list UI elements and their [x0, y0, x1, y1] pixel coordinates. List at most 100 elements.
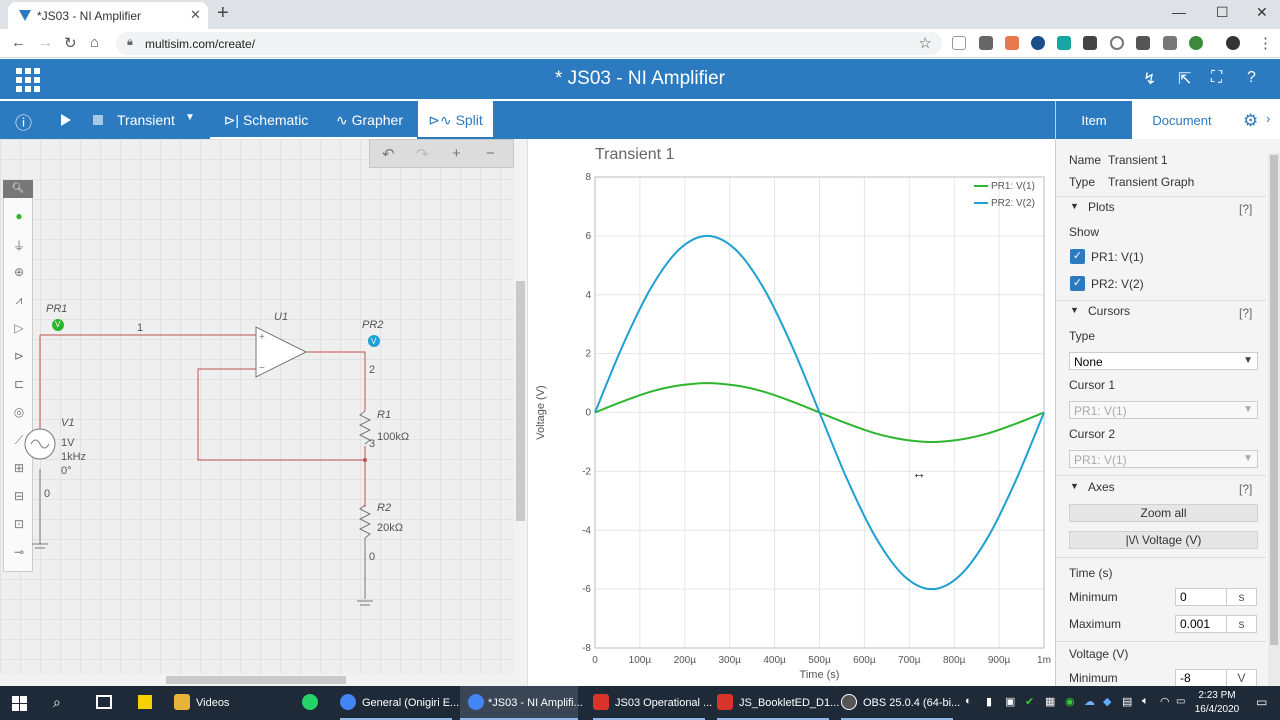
- chrome-menu-icon[interactable]: ⋮: [1258, 34, 1273, 52]
- address-bar[interactable]: 🔒︎ multisim.com/create/ ☆: [116, 32, 942, 55]
- tab-close-icon[interactable]: ✕: [190, 7, 201, 23]
- battery-icon[interactable]: ▭: [1176, 696, 1185, 707]
- panel-scrollbar[interactable]: [1268, 153, 1280, 686]
- extension-icon[interactable]: [1005, 36, 1019, 50]
- time-max-input[interactable]: [1175, 615, 1227, 633]
- scroll-thumb[interactable]: [516, 281, 525, 521]
- tab-schematic[interactable]: ⊳| Schematic: [210, 101, 322, 139]
- analysis-type-select[interactable]: Transient: [117, 112, 175, 128]
- back-icon[interactable]: ←: [11, 34, 26, 51]
- bookmark-star-icon[interactable]: ☆: [919, 34, 932, 52]
- tray-icon[interactable]: ▣: [1005, 695, 1015, 708]
- extension-icon[interactable]: [1031, 36, 1045, 50]
- help-icon[interactable]: ?: [1247, 69, 1256, 87]
- taskbar-app-chrome-multisim[interactable]: *JS03 - NI Amplifi...: [460, 686, 583, 720]
- profile-avatar[interactable]: [1226, 36, 1240, 50]
- forward-icon[interactable]: →: [38, 34, 53, 51]
- wire-feedback: [197, 368, 365, 461]
- cursor-type-select[interactable]: None ▼: [1069, 352, 1258, 370]
- sticky-notes-icon[interactable]: [138, 695, 152, 709]
- whatsapp-icon[interactable]: [302, 694, 318, 710]
- task-view-icon[interactable]: [96, 695, 112, 709]
- plots-section-header[interactable]: Plots: [1088, 200, 1115, 214]
- tray-icon[interactable]: ▮: [986, 695, 992, 708]
- cursor2-value: PR1: V(1): [1074, 453, 1127, 467]
- tray-icon[interactable]: ✔: [1025, 695, 1034, 708]
- tray-icon[interactable]: ◐: [965, 695, 972, 707]
- schematic-vertical-scrollbar[interactable]: [514, 139, 527, 674]
- taskbar-app-videos[interactable]: Videos: [174, 686, 286, 720]
- voltage-axis-button[interactable]: |\/\ Voltage (V): [1069, 531, 1258, 549]
- collapse-axes-icon[interactable]: ▼: [1070, 481, 1079, 491]
- plot-pr1-checkbox[interactable]: ✓: [1070, 249, 1085, 264]
- reload-icon[interactable]: ↻: [64, 34, 77, 52]
- extension-icon[interactable]: [1163, 36, 1177, 50]
- plots-help-link[interactable]: [?]: [1239, 202, 1252, 216]
- fullscreen-icon[interactable]: ⛶: [1211, 69, 1222, 87]
- time-min-input[interactable]: [1175, 588, 1227, 606]
- minimize-button[interactable]: —: [1172, 4, 1186, 20]
- taskbar-app-obs[interactable]: OBS 25.0.4 (64-bi...: [841, 686, 960, 720]
- x-tick-label: 0: [592, 655, 598, 666]
- voltage-min-input[interactable]: [1175, 669, 1227, 687]
- tab-grapher[interactable]: ∿ Grapher: [322, 101, 417, 139]
- tab-item[interactable]: Item: [1056, 101, 1132, 139]
- tab-document[interactable]: Document: [1132, 101, 1232, 139]
- info-icon[interactable]: ⓘ: [15, 109, 32, 134]
- onedrive-icon[interactable]: ☁: [1084, 695, 1095, 708]
- transient-chart[interactable]: 0 100µ 200µ 300µ 400µ 500µ 600µ 700µ 800µ 900µ 1m -…: [528, 139, 1055, 686]
- extension-icon[interactable]: [1136, 36, 1150, 50]
- windows-start-icon[interactable]: [12, 696, 27, 711]
- tray-icon[interactable]: ◉: [1065, 695, 1075, 708]
- schematic-horizontal-scrollbar[interactable]: [0, 674, 527, 686]
- circuit-diagram[interactable]: + −: [0, 139, 514, 674]
- tray-icon[interactable]: ▦: [1045, 695, 1055, 708]
- plot-pr2-checkbox[interactable]: ✓: [1070, 276, 1085, 291]
- extension-icon[interactable]: [1189, 36, 1203, 50]
- extension-icon[interactable]: [1110, 36, 1124, 50]
- extension-icon[interactable]: [952, 36, 966, 50]
- run-simulation-icon[interactable]: [60, 113, 72, 127]
- label-r2-value: 20kΩ: [377, 522, 403, 534]
- taskbar-app-acrobat-js03[interactable]: JS03 Operational ...: [593, 686, 712, 720]
- cursor1-select[interactable]: PR1: V(1) ▼: [1069, 401, 1258, 419]
- tab-split[interactable]: ⊳∿ Split: [418, 101, 493, 137]
- taskbar-time[interactable]: 2:23 PM: [1193, 690, 1241, 701]
- scroll-thumb[interactable]: [166, 676, 346, 684]
- notifications-icon[interactable]: ▭: [1256, 695, 1267, 709]
- scroll-thumb[interactable]: [1270, 155, 1278, 645]
- collapse-plots-icon[interactable]: ▼: [1070, 201, 1079, 211]
- type-value: Transient Graph: [1108, 175, 1195, 189]
- collapse-cursors-icon[interactable]: ▼: [1070, 305, 1079, 315]
- axes-section-header[interactable]: Axes: [1088, 480, 1115, 494]
- cursors-help-link[interactable]: [?]: [1239, 306, 1252, 320]
- zoom-all-button[interactable]: Zoom all: [1069, 504, 1258, 522]
- home-icon[interactable]: ⌂: [90, 34, 99, 51]
- assistant-icon[interactable]: ↯: [1143, 69, 1156, 89]
- wifi-icon[interactable]: ◠: [1160, 695, 1170, 708]
- axes-help-link[interactable]: [?]: [1239, 482, 1252, 496]
- browser-tab[interactable]: *JS03 - NI Amplifier ✕: [8, 2, 208, 29]
- chevron-right-icon[interactable]: ›: [1266, 111, 1270, 126]
- taskbar-date[interactable]: 16/4/2020: [1193, 704, 1241, 715]
- tray-icon[interactable]: ▤: [1122, 695, 1132, 708]
- dropbox-icon[interactable]: ◆: [1103, 695, 1111, 708]
- cursors-section-header[interactable]: Cursors: [1088, 304, 1130, 318]
- taskbar-app-acrobat-booklet[interactable]: JS_BookletED_D1...: [717, 686, 839, 720]
- stop-simulation-icon[interactable]: [93, 115, 103, 125]
- search-icon[interactable]: ⌕: [53, 694, 61, 711]
- volume-icon[interactable]: 🔈︎: [1142, 695, 1149, 708]
- cursor2-select[interactable]: PR1: V(1) ▼: [1069, 450, 1258, 468]
- settings-gear-icon[interactable]: ⚙: [1243, 111, 1258, 131]
- taskbar-app-chrome-general[interactable]: General (Onigiri E...: [340, 686, 459, 720]
- x-tick-label: 900µ: [988, 655, 1011, 666]
- extension-icon[interactable]: [1083, 36, 1097, 50]
- new-tab-button[interactable]: +: [217, 2, 229, 25]
- open-external-icon[interactable]: ⇱: [1178, 69, 1191, 89]
- maximize-button[interactable]: ☐: [1216, 4, 1229, 21]
- close-window-button[interactable]: ✕: [1256, 4, 1268, 21]
- analysis-dropdown-icon[interactable]: ▼: [185, 112, 195, 123]
- extension-icon[interactable]: [979, 36, 993, 50]
- extension-icon[interactable]: [1057, 36, 1071, 50]
- schematic-canvas[interactable]: ↶ ↷ + − 🔍︎ ● ⏚ ⊕ ⩘ ▷ ⊳ ⊏ ◎ ⟋ ⊞ ⊟ ⊡ ⊸ + −…: [0, 139, 527, 686]
